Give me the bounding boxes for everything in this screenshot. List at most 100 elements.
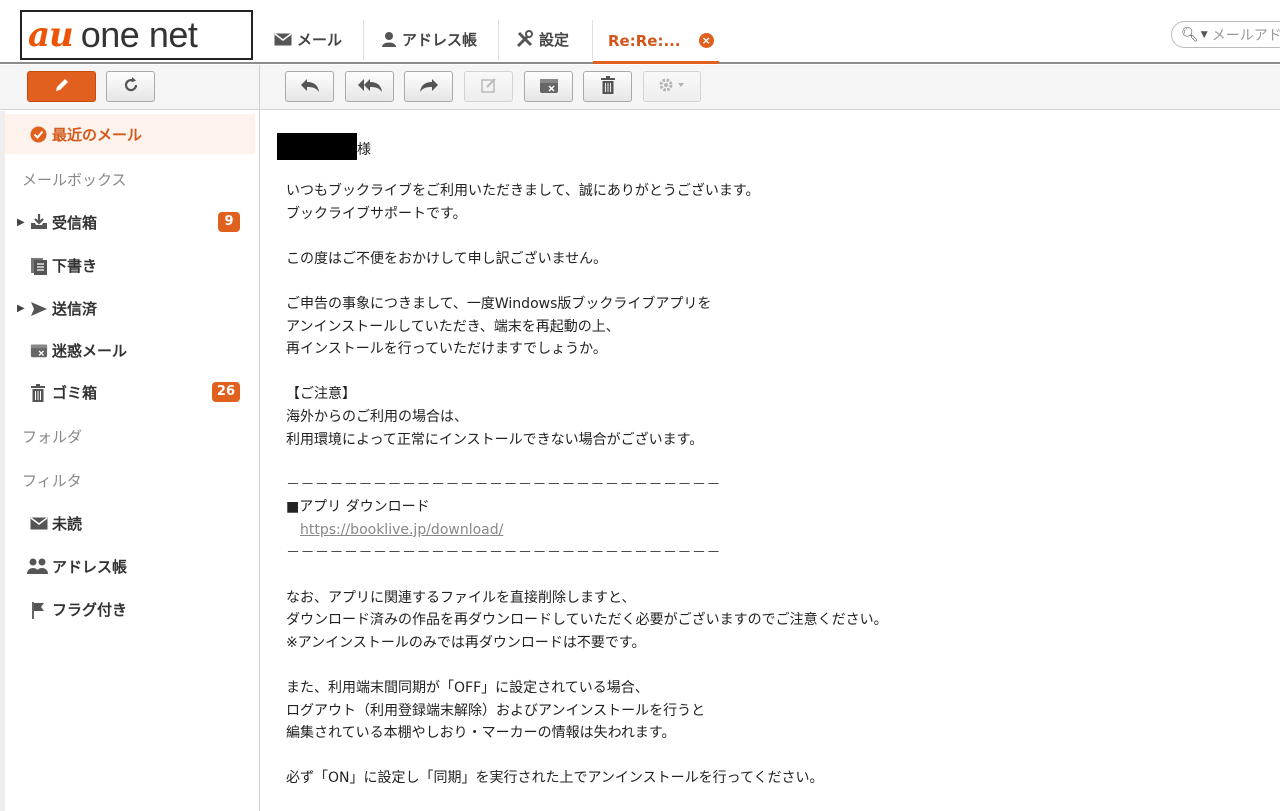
trash-count-badge: 26: [211, 382, 240, 402]
tab-mail[interactable]: メール: [274, 24, 342, 54]
message-line: 海外からのご利用の場合は、: [286, 408, 468, 425]
sidebar-item-unread[interactable]: 未読: [0, 503, 255, 543]
message-line: ダウンロード済みの作品を再ダウンロードしていただく必要がございますのでご注意くだ…: [286, 612, 888, 629]
tools-icon: [516, 30, 534, 48]
sidebar-item-address-book[interactable]: アドレス帳: [0, 546, 255, 586]
header: au one net メール アドレス帳 設定 Re:Re:... × 🔍︎ ▼…: [0, 0, 1280, 64]
tab-open-message-label: Re:Re:...: [608, 31, 681, 50]
forward-button[interactable]: [404, 71, 453, 102]
download-link[interactable]: https://booklive.jp/download/: [286, 522, 503, 538]
search-icon: 🔍︎: [1181, 26, 1199, 43]
message-line: 利用環境によって正常にインストールできない場合がございます。: [286, 431, 704, 448]
sidebar-item-trash[interactable]: ゴミ箱 26: [0, 372, 255, 412]
sidebar-item-sent[interactable]: ▶ 送信済: [0, 288, 255, 328]
settings-dropdown-button[interactable]: [643, 71, 701, 102]
sidebar-item-inbox[interactable]: ▶ 受信箱 9: [0, 202, 255, 242]
message-line: ご申告の事象につきまして、一度Windows版ブックライブアプリを: [286, 295, 712, 312]
sidebar-item-spam[interactable]: 迷惑メール: [0, 330, 255, 370]
message-line: [286, 225, 1246, 248]
tab-separator: [498, 20, 499, 60]
sidebar-item-drafts[interactable]: 下書き: [0, 245, 255, 285]
inbox-icon: [30, 214, 48, 230]
message-line: [286, 654, 1246, 677]
sidebar-item-flagged[interactable]: フラグ付き: [0, 589, 255, 629]
forward-icon: [418, 77, 440, 97]
expand-arrow-icon[interactable]: ▶: [17, 217, 25, 228]
tab-settings-label: 設定: [539, 30, 570, 49]
people-icon: [27, 558, 51, 574]
sidebar-item-label: 最近のメール: [52, 125, 143, 144]
spam-box-icon: [30, 342, 48, 358]
send-icon: [30, 300, 48, 316]
au-one-net-logo[interactable]: au one net: [20, 10, 253, 60]
unread-count-badge: 9: [218, 212, 240, 232]
refresh-button[interactable]: [106, 71, 155, 102]
message-line: [286, 361, 1246, 384]
message-line: この度はご不便をおかけして申し訳ございません。: [286, 250, 608, 267]
message-line: [286, 270, 1246, 293]
tab-open-message[interactable]: Re:Re:... ×: [593, 20, 719, 64]
honorific: 様: [357, 142, 371, 158]
message-line: ※アンインストールのみでは再ダウンロードは不要です。: [286, 634, 646, 651]
refresh-icon: [122, 76, 140, 98]
edit-icon: [480, 76, 498, 98]
message-line: アンインストールしていただき、端末を再起動の上、: [286, 318, 620, 335]
message-line: https://booklive.jp/download/: [286, 519, 1246, 542]
redacted-recipient-name: [277, 133, 357, 160]
message-line: 必ず「ON」に設定し「同期」を実行された上でアンインストールを行ってください。: [286, 770, 824, 787]
reply-icon: [299, 77, 321, 97]
reply-button[interactable]: [285, 71, 334, 102]
envelope-icon: [30, 515, 48, 531]
reply-all-button[interactable]: [345, 71, 394, 102]
delete-button[interactable]: [583, 71, 632, 102]
message-line: ■アプリ ダウンロード: [286, 499, 430, 516]
logo-one-net: one net: [80, 14, 198, 55]
sidebar-item-recent-mail[interactable]: 最近のメール: [5, 114, 255, 154]
message-line: ブックライブサポートです。: [286, 205, 467, 222]
drafts-icon: [30, 257, 48, 275]
trash-icon: [30, 384, 48, 402]
message-line: いつもブックライブをご利用いただきまして、誠にありがとうございます。: [286, 183, 760, 199]
sidebar-item-label: 下書き: [52, 256, 98, 275]
folder-heading[interactable]: フォルダ: [22, 426, 82, 447]
tab-mail-label: メール: [297, 30, 343, 49]
message-line: ログアウト（利用登録端末解除）およびアンインストールを行うと: [286, 702, 706, 719]
person-icon: [381, 31, 397, 47]
message-rule: －－－－－－－－－－－－－－－－－－－－－－－－－－－－－－: [286, 476, 721, 493]
message-line: [286, 451, 1246, 474]
message-line: [286, 564, 1246, 587]
sidebar-item-label: ゴミ箱: [52, 383, 98, 402]
sidebar-item-label: 迷惑メール: [52, 341, 128, 360]
sidebar-item-label: 送信済: [52, 299, 98, 318]
reply-all-icon: [357, 77, 383, 97]
filter-heading: フィルタ: [22, 472, 82, 490]
message-line: 【ご注意】: [286, 386, 356, 403]
pencil-icon: [53, 76, 71, 98]
compose-button[interactable]: [27, 71, 96, 102]
flag-icon: [30, 601, 48, 619]
mailbox-heading: メールボックス: [22, 171, 127, 189]
tab-address-book[interactable]: アドレス帳: [381, 24, 477, 54]
chevron-down-icon[interactable]: ▼: [1201, 30, 1208, 40]
sidebar-item-label: アドレス帳: [52, 557, 128, 576]
expand-arrow-icon[interactable]: ▶: [17, 303, 25, 314]
message-line: 再インストールを行っていただけますでしょうか。: [286, 341, 607, 358]
message-line: また、利用端末間同期が「OFF」に設定されている場合、: [286, 680, 649, 697]
tab-settings[interactable]: 設定: [516, 24, 569, 54]
message-line: 編集されている本棚やしおり・マーカーの情報は失われます。: [286, 725, 676, 742]
spam-button[interactable]: [524, 71, 573, 102]
check-circle-icon: [30, 126, 48, 143]
spam-box-icon: [539, 76, 559, 98]
toolbar: [0, 65, 1280, 110]
edit-button[interactable]: [464, 71, 513, 102]
envelope-icon: [274, 32, 292, 46]
search-input[interactable]: 🔍︎ ▼ メールアド: [1171, 21, 1280, 48]
sidebar: 最近のメール メールボックス ▶ 受信箱 9 下書き ▶ 送信済 迷惑メール ゴ…: [0, 111, 259, 811]
gear-icon: [657, 76, 687, 98]
message-view: 様 いつもブックライブをご利用いただきまして、誠にありがとうございます。 ブックラ…: [260, 111, 1280, 811]
close-icon[interactable]: ×: [698, 33, 714, 48]
message-line: [286, 745, 1246, 768]
message-body: いつもブックライブをご利用いただきまして、誠にありがとうございます。 ブックライブ…: [286, 180, 1246, 790]
message-rule: －－－－－－－－－－－－－－－－－－－－－－－－－－－－－－: [286, 544, 721, 561]
logo-au: au: [28, 15, 74, 55]
